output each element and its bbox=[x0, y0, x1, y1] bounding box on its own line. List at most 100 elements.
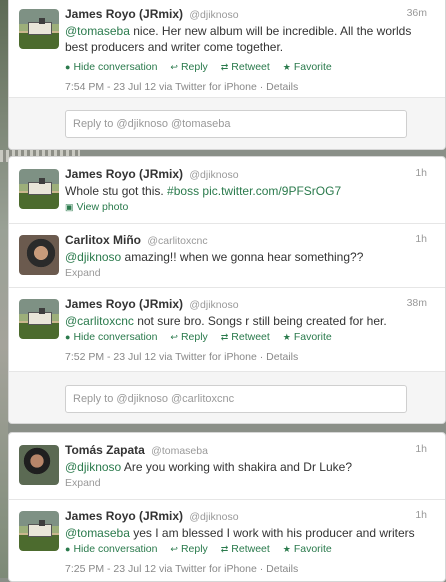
tweet-actions: ● Hide conversation ↩ Reply ⇄ Retweet ★ Favo… bbox=[65, 543, 342, 555]
author-handle[interactable]: @carlitoxcnc bbox=[147, 235, 207, 247]
tweet: Carlitox Miño @carlitoxcnc 1h @djiknoso … bbox=[9, 233, 445, 287]
reply-box bbox=[9, 97, 445, 149]
author-handle[interactable]: @djiknoso bbox=[189, 169, 238, 181]
author-name[interactable]: Carlitox Miño bbox=[65, 233, 141, 247]
favorite-button[interactable]: ★ Favorite bbox=[283, 61, 332, 73]
tweet-text: @tomaseba yes I am blessed I work with h… bbox=[65, 525, 427, 541]
conversation-card: Tomás Zapata @tomaseba 1h @djiknoso Are … bbox=[8, 432, 446, 582]
favorite-button[interactable]: ★ Favorite bbox=[283, 331, 332, 343]
retweet-icon: ⇄ bbox=[220, 62, 229, 72]
tweet-body: yes I am blessed I work with his produce… bbox=[129, 526, 415, 540]
tweet-meta[interactable]: 7:54 PM - 23 Jul 12 via Twitter for iPho… bbox=[65, 81, 298, 93]
reply-input[interactable] bbox=[65, 110, 407, 138]
author-handle[interactable]: @tomaseba bbox=[151, 445, 208, 457]
tweet-text: Whole stu got this. #boss pic.twitter.co… bbox=[65, 183, 427, 199]
author-name[interactable]: James Royo (JRmix) bbox=[65, 7, 183, 21]
divider bbox=[9, 499, 445, 500]
conversation-card: James Royo (JRmix) @djiknoso 36m @tomase… bbox=[8, 0, 446, 150]
hashtag-link[interactable]: #boss bbox=[167, 184, 199, 198]
divider bbox=[9, 287, 445, 288]
star-icon: ★ bbox=[282, 544, 291, 554]
tweet: Tomás Zapata @tomaseba 1h @djiknoso Are … bbox=[9, 443, 445, 497]
tweet-meta[interactable]: 7:25 PM - 23 Jul 12 via Twitter for iPho… bbox=[65, 563, 298, 575]
tweet: James Royo (JRmix) @djiknoso 38m @carlit… bbox=[9, 297, 445, 373]
conversation-card: James Royo (JRmix) @djiknoso 1h Whole st… bbox=[8, 156, 446, 424]
photo-url-link[interactable]: pic.twitter.com/9PFSrOG7 bbox=[199, 184, 341, 198]
retweet-button[interactable]: ⇄ Retweet bbox=[221, 543, 270, 555]
tweet-time[interactable]: 36m bbox=[407, 7, 427, 19]
photo-icon: ▣ bbox=[65, 202, 74, 212]
tweet-text: @djiknoso Are you working with shakira a… bbox=[65, 459, 427, 475]
tweet-time[interactable]: 38m bbox=[407, 297, 427, 309]
mention-link[interactable]: @djiknoso bbox=[65, 460, 121, 474]
background-photo-strip bbox=[0, 0, 8, 578]
star-icon: ★ bbox=[282, 62, 291, 72]
person-photo-avatar[interactable] bbox=[19, 235, 59, 275]
reply-icon: ↩ bbox=[170, 332, 178, 342]
tweet-meta[interactable]: 7:52 PM - 23 Jul 12 via Twitter for iPho… bbox=[65, 351, 298, 363]
author-name[interactable]: James Royo (JRmix) bbox=[65, 297, 183, 311]
author-handle[interactable]: @djiknoso bbox=[189, 299, 238, 311]
author-name[interactable]: James Royo (JRmix) bbox=[65, 167, 183, 181]
tweet-header: James Royo (JRmix) @djiknoso 38m bbox=[65, 297, 445, 313]
tweet-actions: ● Hide conversation ↩ Reply ⇄ Retweet ★ Favo… bbox=[65, 331, 342, 343]
expand-link[interactable]: Expand bbox=[65, 477, 101, 489]
divider bbox=[9, 223, 445, 224]
conversation-icon: ● bbox=[65, 62, 71, 72]
expand-link[interactable]: Expand bbox=[65, 267, 101, 279]
hide-conversation-button[interactable]: ● Hide conversation bbox=[65, 331, 157, 343]
author-name[interactable]: James Royo (JRmix) bbox=[65, 509, 183, 523]
tweet-actions: ● Hide conversation ↩ Reply ⇄ Retweet ★ Favo… bbox=[65, 61, 342, 73]
tweet-header: James Royo (JRmix) @djiknoso 36m bbox=[65, 7, 445, 23]
author-handle[interactable]: @djiknoso bbox=[189, 511, 238, 523]
tweet: James Royo (JRmix) @djiknoso 1h @tomaseb… bbox=[9, 509, 445, 581]
favorite-button[interactable]: ★ Favorite bbox=[283, 543, 332, 555]
tweet-header: Tomás Zapata @tomaseba 1h bbox=[65, 443, 445, 459]
conversation-icon: ● bbox=[65, 332, 71, 342]
tweet-header: James Royo (JRmix) @djiknoso 1h bbox=[65, 509, 445, 525]
author-name[interactable]: Tomás Zapata bbox=[65, 443, 145, 457]
house-photo-avatar[interactable] bbox=[19, 9, 59, 49]
reply-icon: ↩ bbox=[170, 62, 178, 72]
tweet-text: @djiknoso amazing!! when we gonna hear s… bbox=[65, 249, 427, 265]
mention-link[interactable]: @carlitoxcnc bbox=[65, 314, 134, 328]
tweet-header: Carlitox Miño @carlitoxcnc 1h bbox=[65, 233, 445, 249]
tweet: James Royo (JRmix) @djiknoso 36m @tomase… bbox=[9, 7, 445, 99]
author-handle[interactable]: @djiknoso bbox=[189, 9, 238, 21]
hide-conversation-button[interactable]: ● Hide conversation bbox=[65, 543, 157, 555]
reply-button[interactable]: ↩ Reply bbox=[170, 543, 207, 555]
tweet-body: amazing!! when we gonna hear something?? bbox=[121, 250, 364, 264]
star-icon: ★ bbox=[282, 332, 291, 342]
retweet-icon: ⇄ bbox=[220, 332, 229, 342]
reply-icon: ↩ bbox=[170, 544, 178, 554]
tweet-text: @tomaseba nice. Her new album will be in… bbox=[65, 23, 427, 55]
tweet-time[interactable]: 1h bbox=[415, 167, 427, 179]
reply-box bbox=[9, 371, 445, 423]
retweet-button[interactable]: ⇄ Retweet bbox=[221, 61, 270, 73]
tweet-body: not sure bro. Songs r still being create… bbox=[133, 314, 387, 328]
mention-link[interactable]: @tomaseba bbox=[65, 526, 130, 540]
tweet: James Royo (JRmix) @djiknoso 1h Whole st… bbox=[9, 167, 445, 227]
tweet-time[interactable]: 1h bbox=[415, 443, 427, 455]
tweet-time[interactable]: 1h bbox=[415, 509, 427, 521]
timeline-column: James Royo (JRmix) @djiknoso 36m @tomase… bbox=[8, 0, 446, 582]
tweet-header: James Royo (JRmix) @djiknoso 1h bbox=[65, 167, 445, 183]
house-photo-avatar[interactable] bbox=[19, 299, 59, 339]
tweet-body: Whole stu got this. bbox=[65, 184, 168, 198]
reply-input[interactable] bbox=[65, 385, 407, 413]
view-photo-button[interactable]: ▣ View photo bbox=[65, 201, 128, 213]
person-photo-avatar[interactable] bbox=[19, 445, 59, 485]
tweet-body: Are you working with shakira and Dr Luke… bbox=[121, 460, 353, 474]
mention-link[interactable]: @djiknoso bbox=[65, 250, 121, 264]
tweet-text: @carlitoxcnc not sure bro. Songs r still… bbox=[65, 313, 427, 329]
retweet-button[interactable]: ⇄ Retweet bbox=[221, 331, 270, 343]
hide-conversation-button[interactable]: ● Hide conversation bbox=[65, 61, 157, 73]
house-photo-avatar[interactable] bbox=[19, 169, 59, 209]
mention-link[interactable]: @tomaseba bbox=[65, 24, 130, 38]
retweet-icon: ⇄ bbox=[220, 544, 229, 554]
reply-button[interactable]: ↩ Reply bbox=[170, 331, 207, 343]
reply-button[interactable]: ↩ Reply bbox=[170, 61, 207, 73]
conversation-icon: ● bbox=[65, 544, 71, 554]
house-photo-avatar[interactable] bbox=[19, 511, 59, 551]
tweet-time[interactable]: 1h bbox=[415, 233, 427, 245]
